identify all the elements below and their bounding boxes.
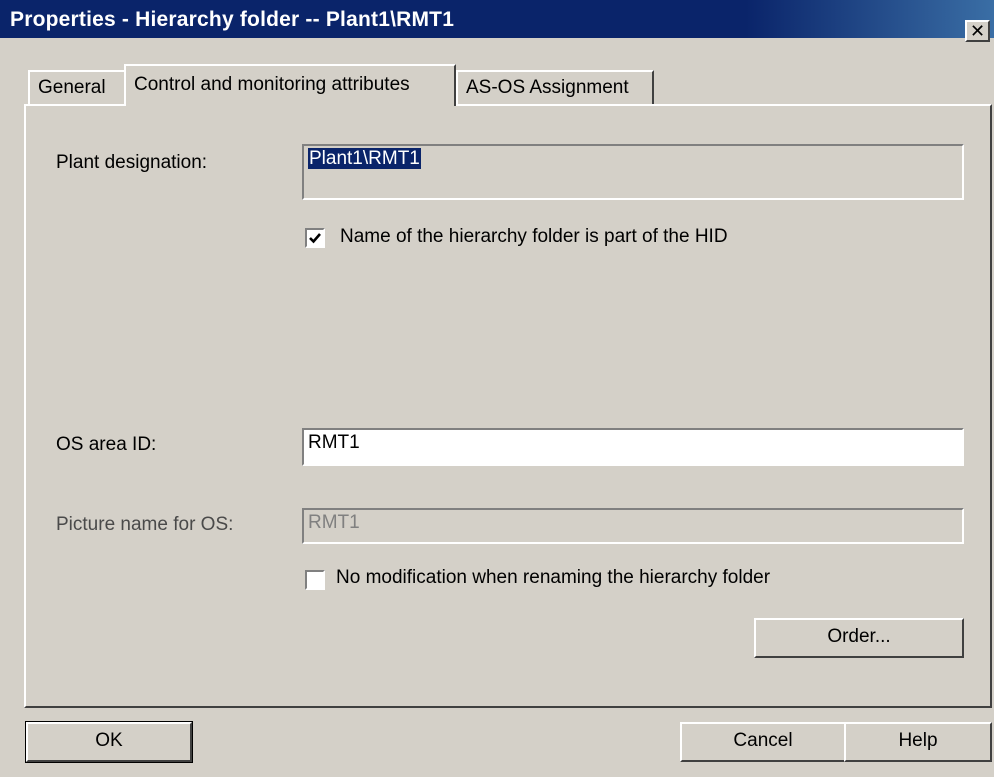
tab-as-os-assignment[interactable]: AS-OS Assignment <box>456 70 654 106</box>
close-button[interactable]: ✕ <box>965 20 990 42</box>
help-button[interactable]: Help <box>844 722 992 762</box>
plant-designation-field[interactable]: Plant1\RMT1 <box>302 144 964 200</box>
plant-designation-label: Plant designation: <box>56 152 208 173</box>
title-bar: Properties - Hierarchy folder -- Plant1\… <box>0 0 994 42</box>
ok-button-label: OK <box>95 730 123 751</box>
hid-checkbox[interactable] <box>305 228 325 248</box>
tab-panel: Plant designation: Plant1\RMT1 Name of t… <box>24 104 992 708</box>
cancel-button-label: Cancel <box>733 730 793 751</box>
help-button-label: Help <box>898 730 938 751</box>
picture-name-label: Picture name for OS: <box>56 514 234 535</box>
checkmark-icon <box>309 233 321 244</box>
ok-button[interactable]: OK <box>25 721 193 763</box>
tab-general-label: General <box>38 77 106 98</box>
order-button[interactable]: Order... <box>754 618 964 658</box>
close-icon[interactable]: ✕ <box>970 21 985 41</box>
no-modification-checkbox[interactable] <box>305 570 325 590</box>
plant-designation-value: Plant1\RMT1 <box>308 148 421 169</box>
order-button-label: Order... <box>827 626 891 647</box>
hid-checkbox-label[interactable]: Name of the hierarchy folder is part of … <box>340 226 728 248</box>
os-area-value: RMT1 <box>308 432 360 453</box>
tab-general[interactable]: General <box>28 70 126 106</box>
tab-as-os-label: AS-OS Assignment <box>466 77 629 98</box>
no-modification-checkbox-label[interactable]: No modification when renaming the hierar… <box>336 567 770 589</box>
picture-name-input: RMT1 <box>302 508 964 544</box>
os-area-input[interactable]: RMT1 <box>302 428 964 466</box>
cancel-button[interactable]: Cancel <box>680 722 846 762</box>
os-area-label: OS area ID: <box>56 434 157 455</box>
picture-name-value: RMT1 <box>308 512 360 533</box>
tab-control-label: Control and monitoring attributes <box>134 74 410 95</box>
tab-control-and-monitoring-attributes[interactable]: Control and monitoring attributes <box>124 64 456 106</box>
window-title: Properties - Hierarchy folder -- Plant1\… <box>10 8 455 31</box>
